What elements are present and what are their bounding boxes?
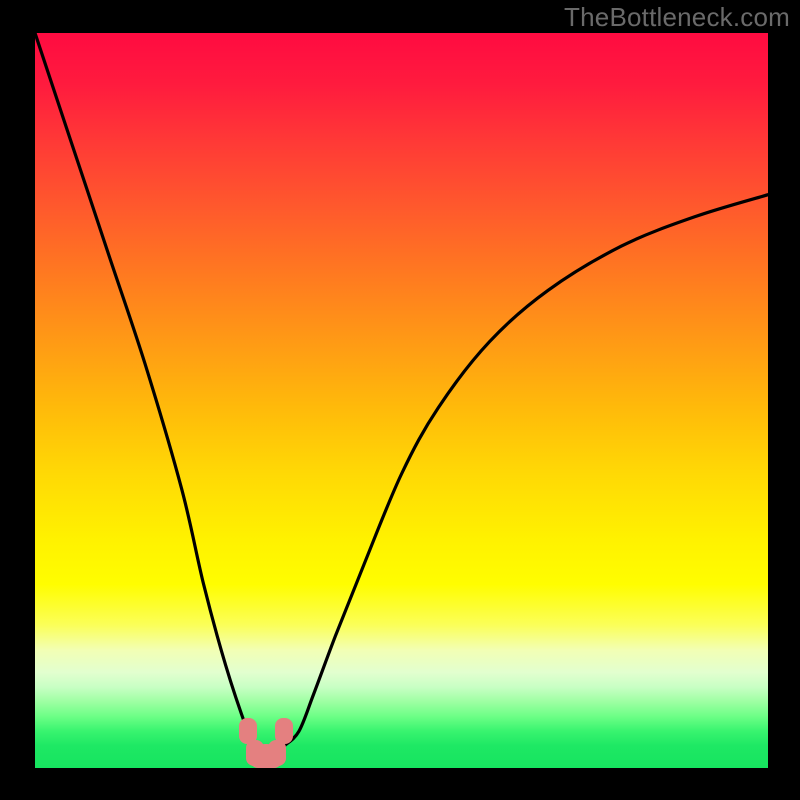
- bottleneck-curve: [35, 33, 768, 768]
- marker-valley-bar: [250, 752, 283, 768]
- marker-right-shoulder: [275, 718, 293, 744]
- watermark-text: TheBottleneck.com: [564, 2, 790, 33]
- plot-area: [35, 33, 768, 768]
- chart-frame: TheBottleneck.com: [0, 0, 800, 800]
